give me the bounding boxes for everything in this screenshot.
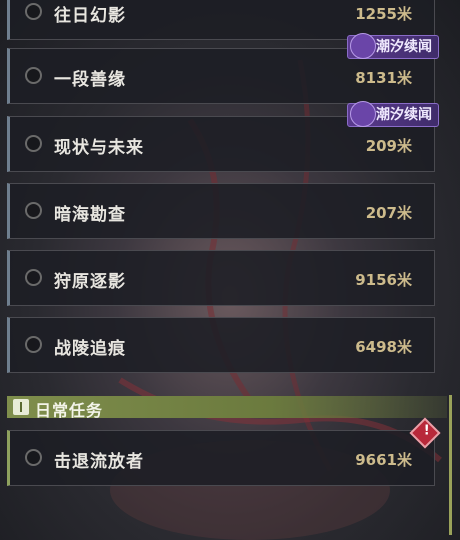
tag-label: 潮汐续闻 bbox=[376, 107, 432, 123]
daily-tasks-header[interactable]: 日常任务 bbox=[7, 396, 447, 420]
quest-item[interactable]: 狩原逐影 9156米 bbox=[7, 250, 435, 306]
quest-name: 现状与未来 bbox=[54, 138, 144, 158]
section-title: 日常任务 bbox=[35, 401, 104, 420]
quest-item[interactable]: 一段善缘 8131米 潮汐续闻 bbox=[7, 33, 439, 104]
tide-story-tag: 潮汐续闻 bbox=[347, 33, 439, 59]
quest-item[interactable]: 暗海勘查 207米 bbox=[7, 183, 435, 239]
quest-checkbox[interactable] bbox=[25, 336, 42, 353]
quest-checkbox[interactable] bbox=[25, 202, 42, 219]
tide-swirl-icon bbox=[350, 33, 376, 59]
alert-diamond-icon: ! bbox=[409, 417, 441, 449]
quest-checkbox[interactable] bbox=[25, 135, 42, 152]
quest-distance: 6498米 bbox=[355, 338, 412, 356]
quest-item[interactable]: 往日幻影 1255米 bbox=[7, 0, 435, 40]
tag-label: 潮汐续闻 bbox=[376, 39, 432, 55]
quest-checkbox[interactable] bbox=[25, 449, 42, 466]
quest-name: 狩原逐影 bbox=[54, 272, 126, 292]
quest-distance: 209米 bbox=[365, 137, 412, 155]
quest-distance: 8131米 bbox=[355, 69, 412, 87]
daily-quest-item[interactable]: 击退流放者 9661米 ! bbox=[7, 417, 441, 486]
quest-distance: 1255米 bbox=[355, 5, 412, 23]
alert-mark: ! bbox=[423, 423, 430, 439]
quest-distance: 9661米 bbox=[355, 451, 412, 469]
quest-name: 战陵追痕 bbox=[54, 339, 126, 359]
quest-distance: 207米 bbox=[365, 204, 412, 222]
quest-item[interactable]: 现状与未来 209米 潮汐续闻 bbox=[7, 101, 439, 172]
tide-story-tag: 潮汐续闻 bbox=[347, 101, 439, 127]
quest-item[interactable]: 战陵追痕 6498米 bbox=[7, 317, 435, 373]
quest-name: 往日幻影 bbox=[54, 6, 126, 26]
quest-name: 一段善缘 bbox=[54, 70, 126, 90]
quest-distance: 9156米 bbox=[355, 271, 412, 289]
daily-task-icon bbox=[13, 399, 29, 415]
quest-checkbox[interactable] bbox=[25, 3, 42, 20]
quest-name: 暗海勘查 bbox=[54, 205, 126, 225]
scrollbar[interactable] bbox=[449, 395, 452, 535]
quest-name: 击退流放者 bbox=[54, 452, 144, 472]
tide-swirl-icon bbox=[350, 101, 376, 127]
quest-checkbox[interactable] bbox=[25, 269, 42, 286]
quest-checkbox[interactable] bbox=[25, 67, 42, 84]
